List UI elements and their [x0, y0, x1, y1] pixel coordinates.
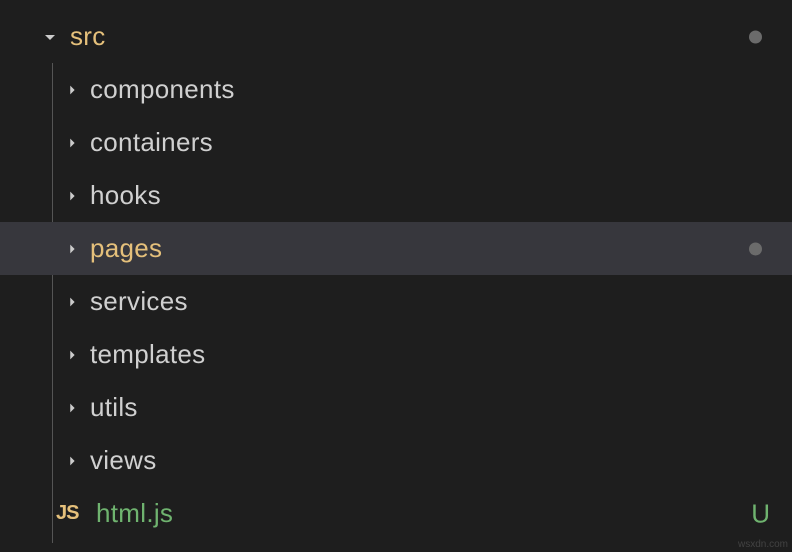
chevron-right-icon[interactable] — [62, 239, 82, 259]
folder-label: templates — [90, 339, 205, 370]
folder-label: hooks — [90, 180, 161, 211]
folder-hooks[interactable]: hooks — [0, 169, 792, 222]
folder-templates[interactable]: templates — [0, 328, 792, 381]
folder-pages[interactable]: pages — [0, 222, 792, 275]
git-status-badge: U — [751, 498, 770, 529]
file-explorer-tree: src components containers hooks pages servic… — [0, 0, 792, 540]
folder-label: utils — [90, 392, 138, 423]
folder-views[interactable]: views — [0, 434, 792, 487]
watermark: wsxdn.com — [738, 539, 788, 550]
chevron-right-icon[interactable] — [62, 451, 82, 471]
chevron-right-icon[interactable] — [62, 186, 82, 206]
folder-label: components — [90, 74, 235, 105]
folder-src[interactable]: src — [0, 10, 792, 63]
chevron-right-icon[interactable] — [62, 80, 82, 100]
file-label: html.js — [96, 498, 173, 529]
folder-label: views — [90, 445, 157, 476]
modified-indicator — [749, 242, 762, 255]
folder-utils[interactable]: utils — [0, 381, 792, 434]
chevron-right-icon[interactable] — [62, 398, 82, 418]
chevron-right-icon[interactable] — [62, 292, 82, 312]
chevron-right-icon[interactable] — [62, 133, 82, 153]
folder-components[interactable]: components — [0, 63, 792, 116]
folder-containers[interactable]: containers — [0, 116, 792, 169]
js-file-icon: JS — [56, 502, 84, 525]
file-html-js[interactable]: JS html.js U — [0, 487, 792, 540]
folder-label: pages — [90, 233, 162, 264]
chevron-right-icon[interactable] — [62, 345, 82, 365]
folder-label: containers — [90, 127, 213, 158]
modified-indicator — [749, 30, 762, 43]
chevron-down-icon[interactable] — [42, 27, 62, 47]
folder-services[interactable]: services — [0, 275, 792, 328]
folder-label: services — [90, 286, 188, 317]
folder-label: src — [70, 21, 106, 52]
